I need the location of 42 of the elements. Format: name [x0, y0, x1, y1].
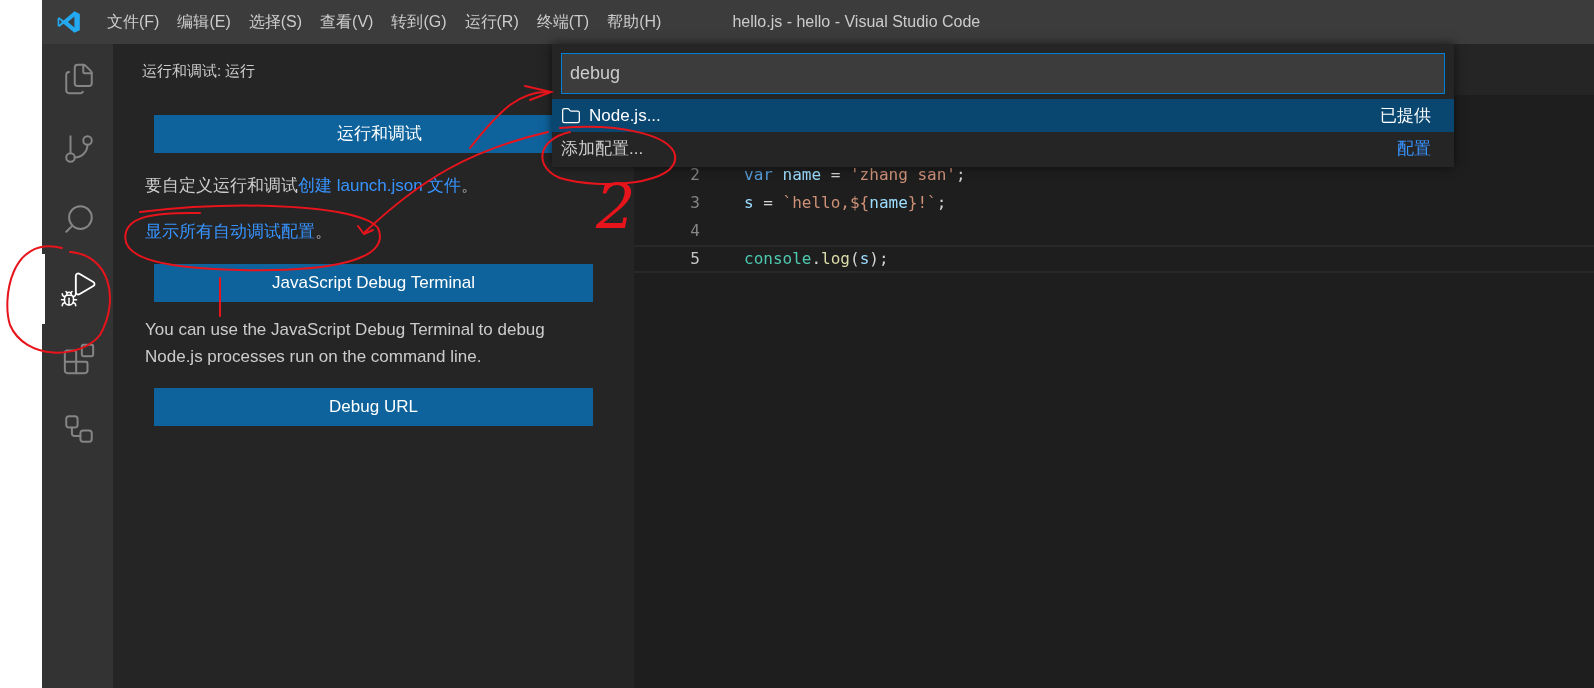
git-branch-icon[interactable] — [62, 132, 96, 166]
item-label: Node.js... — [589, 104, 661, 127]
search-icon[interactable] — [62, 202, 96, 236]
menu-item[interactable]: 帮助(H) — [598, 10, 671, 34]
menu-item[interactable]: 文件(F) — [98, 10, 169, 34]
debug-url-button[interactable]: Debug URL — [154, 387, 593, 426]
quick-pick-input[interactable]: debug — [561, 53, 1445, 94]
logo-icon — [56, 9, 82, 35]
code-line: console.log(s); — [743, 248, 889, 270]
remote-icon[interactable] — [62, 412, 96, 446]
menu-item[interactable]: 转到(G) — [382, 10, 456, 34]
configure-link[interactable]: 配置 — [1397, 135, 1431, 162]
menu-item[interactable]: 选择(S) — [239, 10, 312, 34]
quick-pick-item[interactable]: 添加配置... 配置 — [552, 132, 1454, 165]
extensions-icon[interactable] — [62, 342, 96, 376]
sidebar-title: 运行和调试: 运行 — [142, 61, 256, 81]
run-debug-button[interactable]: 运行和调试 — [154, 114, 552, 153]
line-number: 3 — [689, 192, 700, 214]
line-number: 5 — [689, 248, 700, 270]
menu-item[interactable]: 运行(R) — [455, 10, 528, 34]
debug-terminal-button[interactable]: JavaScript Debug Terminal — [154, 263, 593, 302]
menu-item[interactable]: 查看(V) — [311, 10, 383, 34]
folder-icon — [561, 105, 581, 126]
files-icon[interactable] — [62, 62, 96, 96]
terminal-description: You can use the JavaScript Debug Terminal to debug Node.js processes run on the command line. — [145, 318, 546, 368]
code-line: var name = 'zhang san'; — [743, 164, 966, 186]
menu-item[interactable]: 编辑(E) — [168, 10, 240, 34]
show-all-text: 显示所有自动调试配置。 — [145, 220, 333, 243]
window-title: hello.js - hello - Visual Studio Code — [732, 12, 981, 32]
run-debug-icon[interactable] — [60, 270, 98, 308]
customize-text: 要自定义运行和调试创建 launch.json 文件。 — [145, 174, 480, 197]
item-label: 添加配置... — [561, 137, 644, 160]
item-detail: 已提供 — [1380, 104, 1431, 127]
line-number: 4 — [689, 220, 700, 242]
ink-number: 2 — [596, 176, 636, 238]
code-line: s = `hello,${name}!`; — [743, 192, 947, 214]
line-number: 2 — [689, 164, 700, 186]
show-all-configs-link[interactable]: 显示所有自动调试配置 — [145, 221, 315, 241]
menu-item[interactable]: 终端(T) — [527, 10, 599, 34]
ink-stroke — [219, 277, 221, 317]
create-launch-link[interactable]: 创建 launch.json 文件 — [298, 175, 462, 195]
quick-pick-item[interactable]: Node.js... 已提供 — [552, 99, 1454, 132]
